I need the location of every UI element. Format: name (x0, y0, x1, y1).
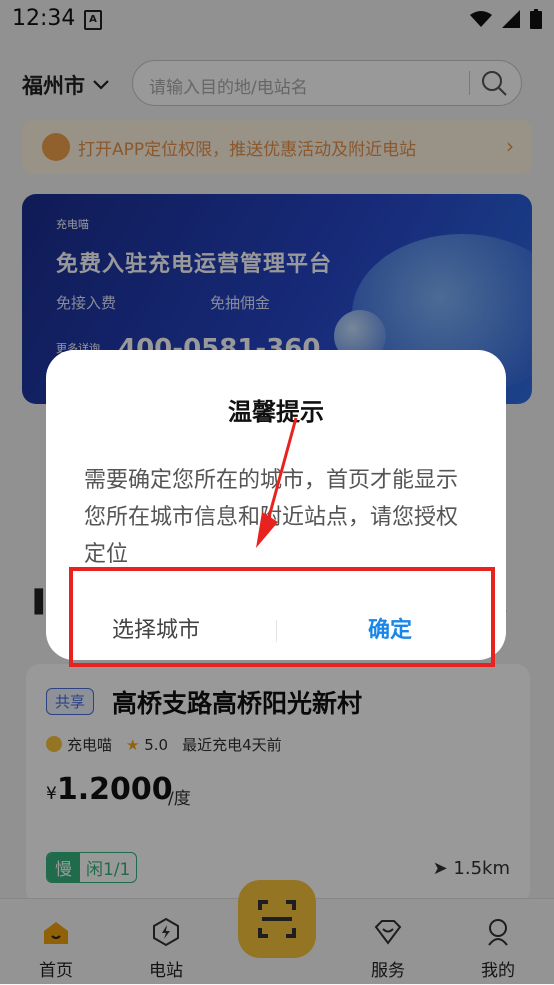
dialog-message: 需要确定您所在的城市，首页才能显示您所在城市信息和附近站点，请您授权定位 (84, 468, 459, 567)
annotation-highlight-box (69, 567, 495, 667)
dialog-title: 温馨提示 (228, 398, 324, 426)
